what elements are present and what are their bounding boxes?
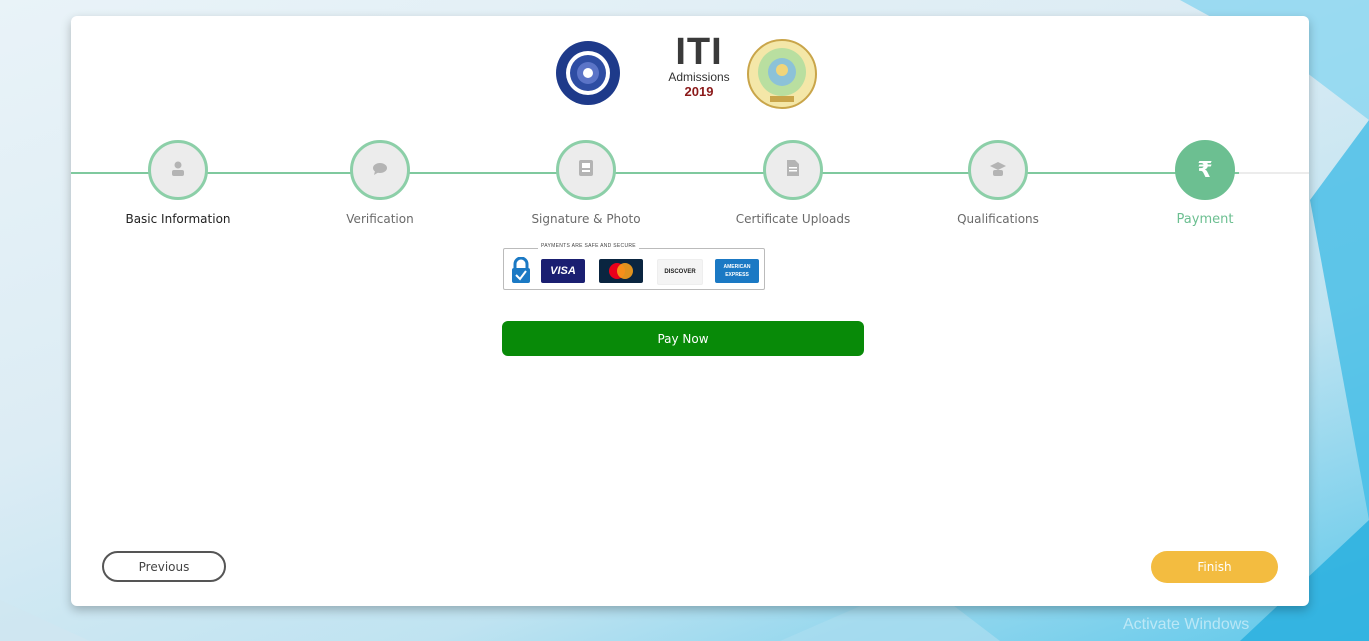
step-verification[interactable]: Verification — [280, 140, 480, 226]
secure-payments-badge: PAYMENTS ARE SAFE AND SECURE VISA DISCOV… — [503, 243, 765, 290]
step-label: Payment — [1176, 212, 1234, 227]
iti-admissions-title: ITI Admissions 2019 — [663, 31, 735, 100]
step-payment[interactable]: ₹ Payment — [1105, 140, 1305, 227]
step-circle: ₹ — [1175, 140, 1235, 200]
step-label: Signature & Photo — [531, 212, 641, 226]
visa-logo: VISA — [541, 259, 585, 283]
secure-caption: PAYMENTS ARE SAFE AND SECURE — [538, 243, 639, 249]
step-circle — [556, 140, 616, 200]
step-circle — [148, 140, 208, 200]
title-year: 2019 — [684, 84, 714, 99]
step-circle — [968, 140, 1028, 200]
title-sub: Admissions — [668, 70, 730, 84]
technical-education-seal-icon — [556, 41, 620, 105]
pay-now-button[interactable]: Pay Now — [502, 321, 864, 356]
step-label: Qualifications — [957, 212, 1039, 226]
user-icon — [170, 160, 186, 180]
previous-button[interactable]: Previous — [102, 551, 226, 582]
header-logos: ITI Admissions 2019 — [71, 26, 1309, 126]
graduate-icon — [990, 161, 1006, 180]
step-label: Basic Information — [125, 212, 231, 226]
activate-windows-watermark: Activate Windows — [1123, 616, 1250, 633]
step-certificate-uploads[interactable]: Certificate Uploads — [693, 140, 893, 226]
discover-logo: DISCOVER — [657, 259, 703, 285]
amex-logo: AMERICAN EXPRESS — [715, 259, 759, 283]
chat-icon — [372, 161, 388, 180]
finish-button[interactable]: Finish — [1151, 551, 1278, 583]
admission-form-card: ITI Admissions 2019 Basic Information Ve… — [71, 16, 1309, 606]
step-qualifications[interactable]: Qualifications — [898, 140, 1098, 226]
rupee-icon: ₹ — [1197, 157, 1213, 183]
lock-icon — [512, 257, 530, 283]
step-basic-information[interactable]: Basic Information — [78, 140, 278, 226]
step-label: Verification — [346, 212, 414, 226]
step-circle — [763, 140, 823, 200]
step-label: Certificate Uploads — [735, 212, 851, 226]
step-signature-photo[interactable]: Signature & Photo — [486, 140, 686, 226]
id-card-icon — [579, 160, 593, 180]
document-icon — [787, 160, 799, 180]
state-emblem-seal-icon — [747, 39, 817, 109]
title-big: ITI — [675, 31, 723, 73]
mastercard-logo — [599, 259, 643, 283]
step-circle — [350, 140, 410, 200]
